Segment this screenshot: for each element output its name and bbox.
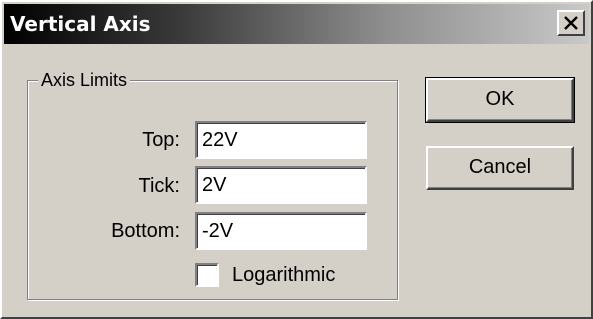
top-input[interactable]: 22V — [195, 121, 367, 159]
close-button[interactable] — [557, 10, 585, 36]
cancel-button[interactable]: Cancel — [426, 146, 574, 190]
tick-label: Tick: — [138, 175, 180, 197]
logarithmic-checkbox[interactable] — [195, 263, 219, 287]
close-icon — [564, 16, 578, 30]
ok-button[interactable]: OK — [425, 77, 575, 123]
title-bar[interactable]: Vertical Axis — [4, 4, 589, 44]
bottom-label: Bottom: — [111, 220, 180, 242]
axis-limits-group-label: Axis Limits — [38, 69, 131, 91]
logarithmic-label[interactable]: Logarithmic — [232, 263, 335, 287]
bottom-input[interactable]: -2V — [195, 212, 367, 250]
top-label: Top: — [142, 129, 180, 151]
window-title: Vertical Axis — [10, 12, 151, 36]
vertical-axis-dialog: Vertical Axis Axis Limits Top: 22V Tick:… — [0, 0, 593, 319]
tick-input[interactable]: 2V — [195, 166, 367, 204]
